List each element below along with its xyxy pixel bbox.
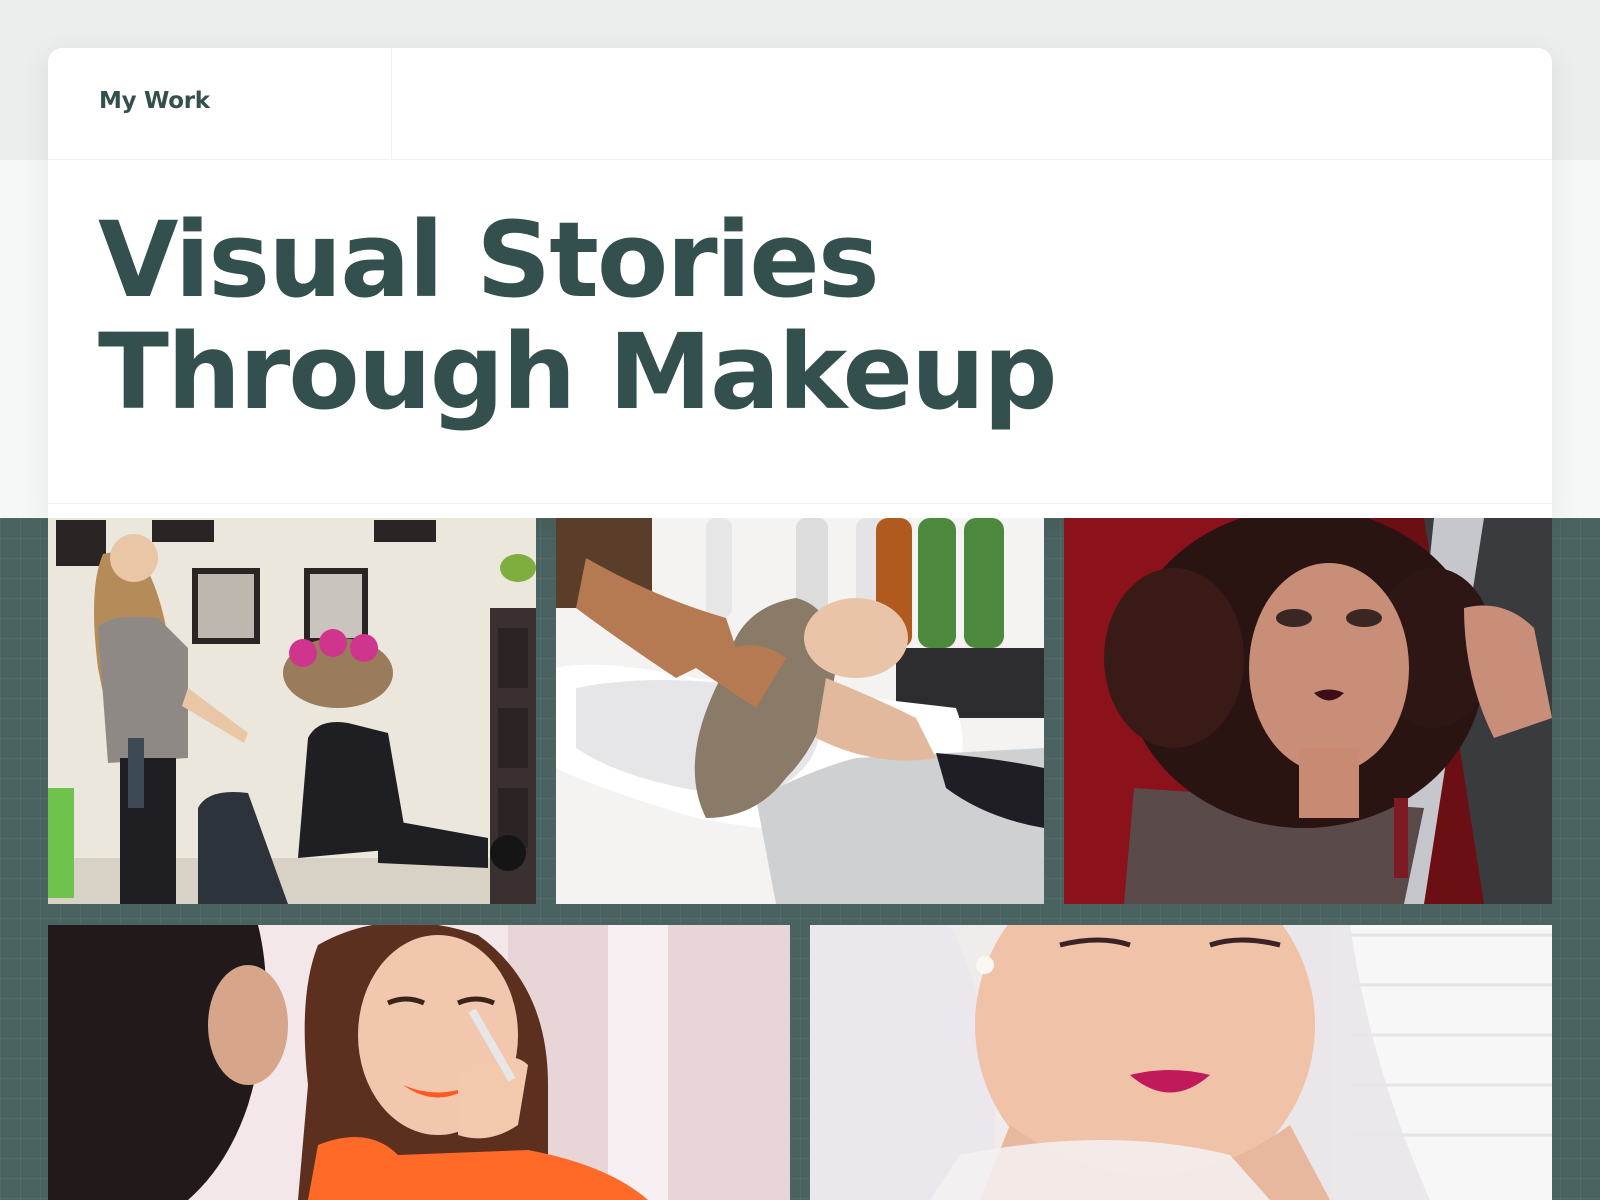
red-light-portrait-photo[interactable] bbox=[1064, 518, 1552, 904]
title-line-1: Visual Stories bbox=[98, 199, 880, 321]
eyebrow-makeup-photo[interactable] bbox=[48, 925, 790, 1200]
bridal-makeup-photo[interactable] bbox=[810, 925, 1552, 1200]
hair-wash-photo[interactable] bbox=[556, 518, 1044, 904]
salon-hair-curlers-photo[interactable] bbox=[48, 518, 536, 904]
title-line-2: Through Makeup bbox=[98, 311, 1058, 433]
page-title: Visual Stories Through Makeup bbox=[98, 199, 1058, 433]
hero-section: Visual Stories Through Makeup bbox=[48, 160, 1552, 504]
portfolio-header-card: My Work Visual Stories Through Makeup bbox=[48, 48, 1552, 518]
top-navigation: My Work bbox=[48, 48, 1552, 160]
nav-item-my-work[interactable]: My Work bbox=[48, 48, 392, 160]
nav-label[interactable]: My Work bbox=[99, 88, 210, 114]
